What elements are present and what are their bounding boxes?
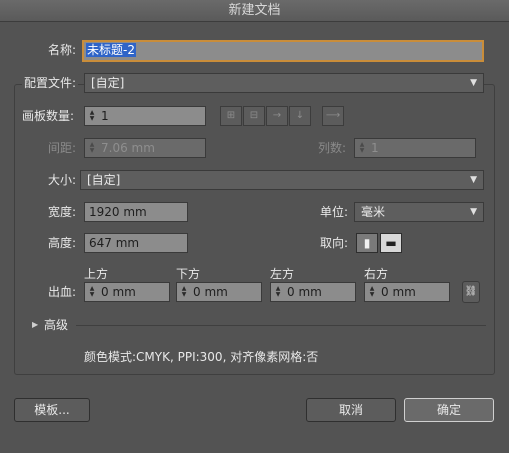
bleed-right-label: 右方	[364, 267, 389, 281]
stepper-icon: ▲ ▼	[89, 141, 95, 154]
bleed-left-value: 0 mm	[287, 285, 322, 299]
artboard-count-input[interactable]: ▲ ▼ 1	[84, 106, 206, 126]
stepper-icon[interactable]: ▲ ▼	[85, 283, 99, 301]
profile-dropdown[interactable]: [自定] ▼	[84, 73, 484, 93]
stepper-icon[interactable]: ▲ ▼	[365, 283, 379, 301]
chevron-down-icon: ▼	[470, 175, 477, 185]
stepper-icon[interactable]: ▲ ▼	[271, 283, 285, 301]
height-value: 647 mm	[89, 236, 140, 250]
document-name-value: 未标题-2	[86, 43, 136, 57]
name-label: 名称:	[48, 43, 77, 57]
stepper-icon[interactable]: ▲ ▼	[177, 283, 191, 301]
artboard-count-value: 1	[101, 109, 109, 123]
columns-label: 列数:	[318, 141, 347, 155]
landscape-orientation-icon[interactable]: ▬	[380, 233, 402, 253]
document-summary: 颜色模式:CMYK, PPI:300, 对齐像素网格:否	[84, 350, 319, 364]
bleed-left-input[interactable]: ▲ ▼ 0 mm	[270, 282, 356, 302]
spacing-input[interactable]: ▲ ▼ 7.06 mm	[84, 138, 206, 158]
width-input[interactable]: 1920 mm	[84, 202, 188, 222]
chain-link-icon[interactable]: ⛓	[462, 281, 480, 303]
arrange-by-row-icon[interactable]: →	[266, 106, 288, 126]
stepper-icon[interactable]: ▲ ▼	[85, 107, 99, 125]
artboard-count-label: 画板数量:	[22, 109, 75, 123]
height-label: 高度:	[48, 236, 77, 250]
size-value: [自定]	[87, 173, 121, 187]
bleed-bottom-input[interactable]: ▲ ▼ 0 mm	[176, 282, 262, 302]
bleed-right-input[interactable]: ▲ ▼ 0 mm	[364, 282, 450, 302]
bleed-top-label: 上方	[84, 267, 109, 281]
stepper-icon: ▲ ▼	[359, 141, 365, 154]
bleed-bottom-label: 下方	[176, 267, 201, 281]
units-dropdown[interactable]: 毫米 ▼	[354, 202, 484, 222]
width-value: 1920 mm	[89, 205, 147, 219]
units-value: 毫米	[361, 205, 386, 219]
chevron-down-icon: ▼	[470, 78, 477, 88]
arrange-by-column-icon[interactable]: ↓	[289, 106, 311, 126]
columns-value: 1	[371, 141, 379, 155]
advanced-toggle[interactable]: 高级	[44, 315, 68, 335]
right-to-left-icon[interactable]: ⟶	[322, 106, 344, 126]
spacing-label: 间距:	[48, 141, 77, 155]
size-dropdown[interactable]: [自定] ▼	[80, 170, 484, 190]
orientation-label: 取向:	[320, 236, 349, 250]
size-label: 大小:	[48, 173, 77, 187]
profile-group	[14, 84, 495, 375]
bleed-top-value: 0 mm	[101, 285, 136, 299]
templates-button[interactable]: 模板...	[14, 398, 90, 422]
profile-label: 配置文件:	[22, 73, 79, 93]
window-title: 新建文档	[0, 0, 509, 22]
grid-by-column-icon[interactable]: ⊟	[243, 106, 265, 126]
width-label: 宽度:	[48, 205, 77, 219]
bleed-label: 出血:	[48, 285, 77, 299]
portrait-orientation-icon[interactable]: ▮	[356, 233, 378, 253]
height-input[interactable]: 647 mm	[84, 233, 188, 253]
bleed-top-input[interactable]: ▲ ▼ 0 mm	[84, 282, 170, 302]
grid-by-row-icon[interactable]: ⊞	[220, 106, 242, 126]
spacing-value: 7.06 mm	[101, 141, 155, 155]
chevron-down-icon: ▼	[470, 207, 477, 217]
units-label: 单位:	[320, 205, 349, 219]
bleed-left-label: 左方	[270, 267, 295, 281]
document-name-input[interactable]: 未标题-2	[82, 40, 484, 62]
columns-input[interactable]: ▲ ▼ 1	[354, 138, 476, 158]
bleed-right-value: 0 mm	[381, 285, 416, 299]
divider	[76, 325, 486, 326]
profile-value: [自定]	[91, 76, 125, 90]
bleed-bottom-value: 0 mm	[193, 285, 228, 299]
ok-button[interactable]: 确定	[404, 398, 494, 422]
disclosure-triangle-icon[interactable]: ▶	[32, 320, 38, 329]
cancel-button[interactable]: 取消	[306, 398, 396, 422]
